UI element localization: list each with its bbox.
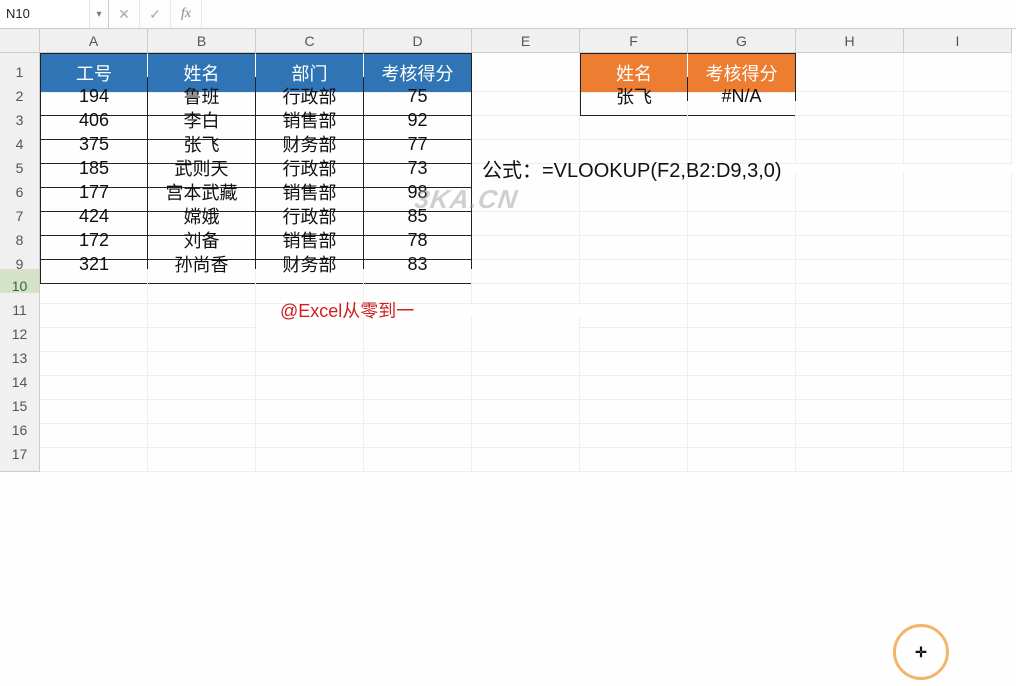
cell-D17[interactable] [364, 437, 472, 472]
cell-H17[interactable] [796, 437, 904, 472]
col-head-E[interactable]: E [472, 29, 580, 53]
col-head-C[interactable]: C [256, 29, 364, 53]
fx-label: fx [181, 6, 191, 22]
cursor-highlight-icon: ✛ [893, 624, 949, 680]
cell-C17[interactable] [256, 437, 364, 472]
cursor-plus-icon: ✛ [915, 644, 927, 661]
name-box-dropdown[interactable]: ▾ [89, 0, 108, 28]
select-all-corner[interactable] [0, 29, 40, 53]
name-box[interactable]: N10 [0, 0, 89, 28]
fx-button[interactable]: fx [171, 0, 202, 28]
formula-input[interactable] [202, 0, 1016, 29]
col-head-B[interactable]: B [148, 29, 256, 53]
cell-B17[interactable] [148, 437, 256, 472]
formula-bar: N10 ▾ ✕ ✓ fx [0, 0, 1016, 29]
cell-G17[interactable] [688, 437, 796, 472]
name-box-container: N10 ▾ [0, 0, 109, 28]
col-head-G[interactable]: G [688, 29, 796, 53]
cell-A17[interactable] [40, 437, 148, 472]
row-head-17[interactable]: 17 [0, 437, 40, 472]
col-head-F[interactable]: F [580, 29, 688, 53]
cell-I17[interactable] [904, 437, 1012, 472]
col-head-D[interactable]: D [364, 29, 472, 53]
cancel-formula-button[interactable]: ✕ [109, 0, 140, 28]
accept-formula-button[interactable]: ✓ [140, 0, 171, 28]
cell-E17[interactable] [472, 437, 580, 472]
col-head-H[interactable]: H [796, 29, 904, 53]
spreadsheet-grid[interactable]: A B C D E F G H I 1 工号 姓名 部门 考核得分 姓名 考核得… [0, 29, 1016, 461]
col-head-I[interactable]: I [904, 29, 1012, 53]
col-head-A[interactable]: A [40, 29, 148, 53]
cell-F17[interactable] [580, 437, 688, 472]
